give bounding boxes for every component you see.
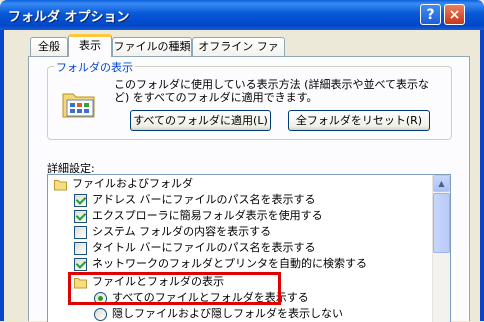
window-title: フォルダ オプション xyxy=(8,10,130,25)
checkbox[interactable] xyxy=(74,258,87,271)
folder-views-group: フォルダの表示 このフォルダに使用している表示方法 (詳細表示や並べて表示など)… xyxy=(47,59,452,140)
tab-general[interactable]: 全般 xyxy=(30,37,68,56)
checkbox[interactable] xyxy=(74,210,87,223)
close-button[interactable]: × xyxy=(444,4,465,25)
tab-view[interactable]: 表示 xyxy=(68,34,112,57)
reset-all-folders-button[interactable]: 全フォルダをリセット(R) xyxy=(288,110,430,131)
highlight-box xyxy=(68,272,281,305)
radio-button[interactable] xyxy=(94,308,107,321)
tab-file-types[interactable]: ファイルの種類 xyxy=(112,37,192,56)
apply-to-all-folders-button[interactable]: すべてのフォルダに適用(L) xyxy=(130,110,271,131)
list-item-label: タイトル バーにファイルのパス名を表示する xyxy=(92,241,316,254)
tab-offline-files[interactable]: オフライン ファイル xyxy=(192,37,285,71)
folder-views-group-label: フォルダの表示 xyxy=(54,59,135,75)
list-item-label: 隠しファイルおよび隠しフォルダを表示しない xyxy=(112,307,343,320)
list-item-label: ネットワークのフォルダとプリンタを自動的に検索する xyxy=(92,257,367,270)
window-frame-right xyxy=(480,30,484,321)
list-item-label: アドレス バーにファイルのパス名を表示する xyxy=(92,193,316,206)
list-item-label: エクスプローラに簡易フォルダ表示を使用する xyxy=(92,209,323,222)
checkbox[interactable] xyxy=(74,226,87,239)
list-item-label: システム フォルダの内容を表示する xyxy=(92,225,272,238)
help-button[interactable]: ? xyxy=(420,4,441,25)
folder-icon xyxy=(54,180,67,191)
checkbox[interactable] xyxy=(74,242,87,255)
checkbox[interactable] xyxy=(74,194,87,207)
folder-views-description: このフォルダに使用している表示方法 (詳細表示や並べて表示など) をすべてのフォ… xyxy=(114,78,430,104)
vertical-scrollbar[interactable]: ▲ xyxy=(432,175,450,322)
scroll-up-button[interactable]: ▲ xyxy=(433,175,450,192)
folder-views-icon xyxy=(62,93,95,118)
title-bar[interactable]: フォルダ オプション ? × xyxy=(0,0,484,30)
window-frame-left xyxy=(0,30,4,321)
list-item-label: ファイルおよびフォルダ xyxy=(72,177,193,190)
scroll-thumb[interactable] xyxy=(433,193,450,253)
